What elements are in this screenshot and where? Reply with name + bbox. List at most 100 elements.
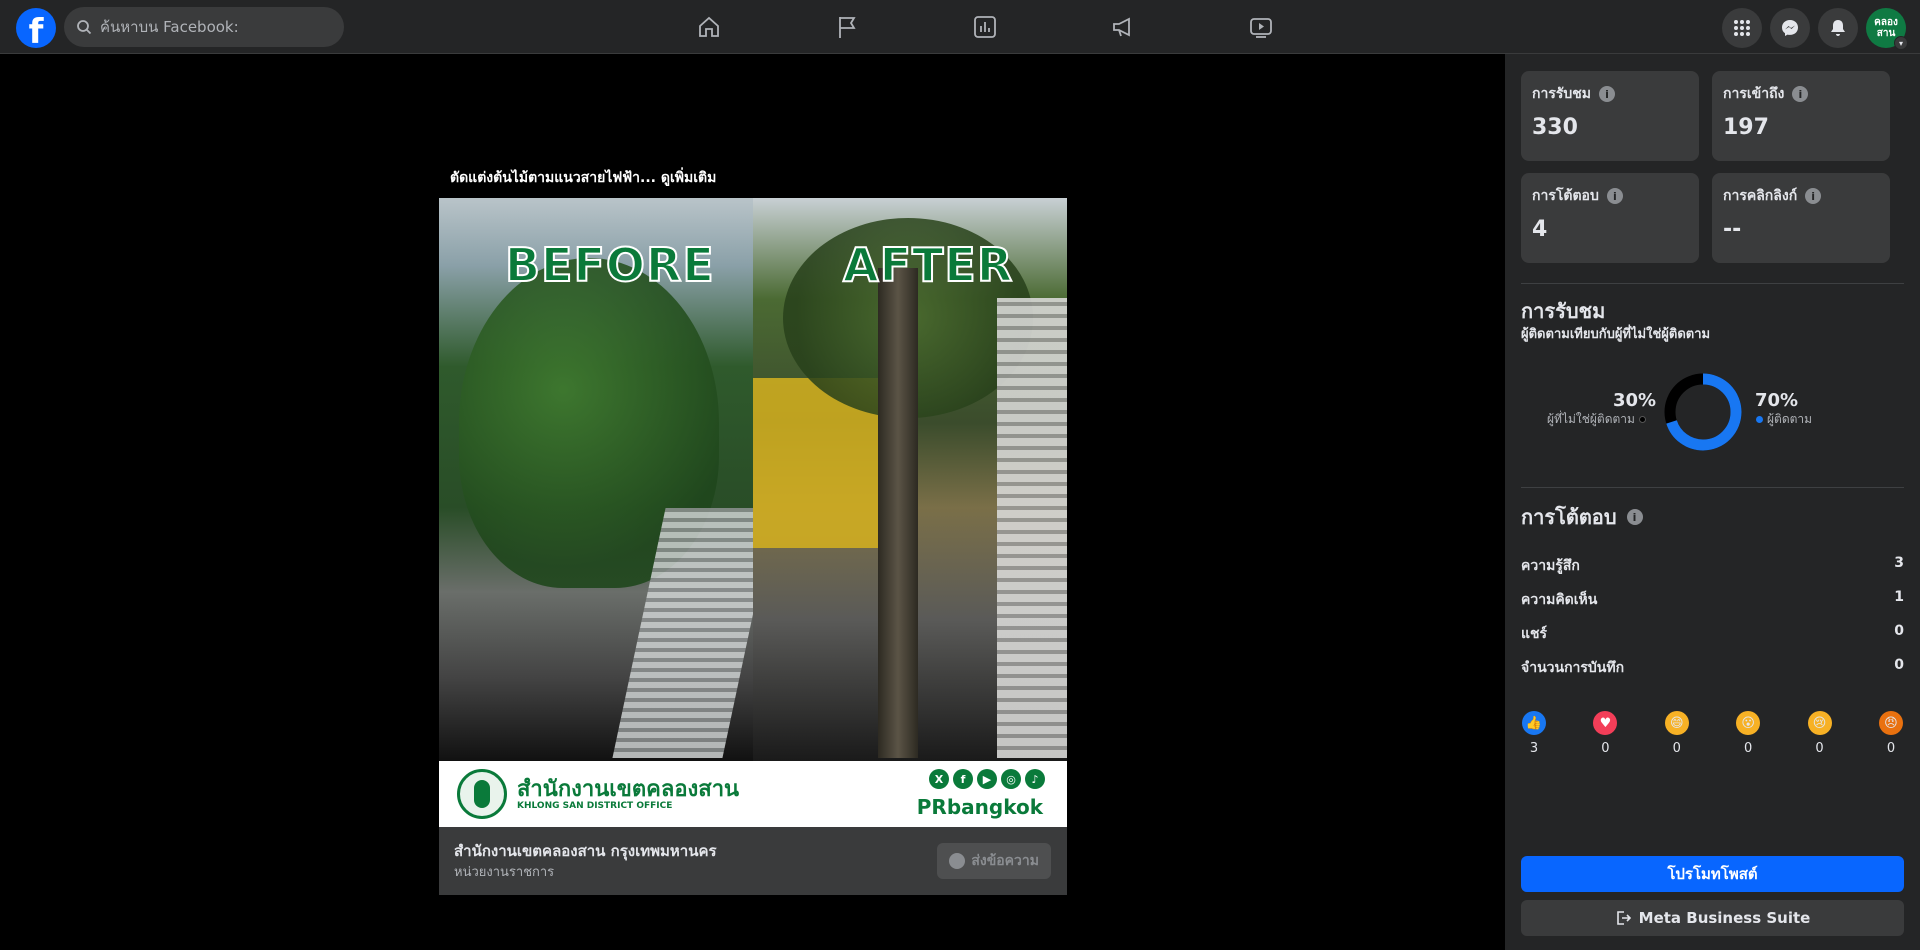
stat-value: 197: [1723, 115, 1769, 140]
nav-video[interactable]: [1192, 0, 1330, 54]
messenger-icon: [949, 853, 966, 869]
reaction-love: ♥ 0: [1592, 711, 1618, 756]
row-value: 0: [1894, 623, 1904, 639]
org-name-english: KHLONG SAN DISTRICT OFFICE: [517, 801, 673, 811]
info-icon[interactable]: i: [1792, 86, 1809, 102]
staircase: [997, 298, 1067, 758]
flag-icon: [839, 17, 856, 38]
stat-value: 330: [1532, 115, 1578, 140]
engagement-row: จำนวนการบันทึก 0: [1521, 657, 1904, 679]
insights-panel: การรับชม i 330 การเข้าถึง i 197 การโต้ตอบ i…: [1505, 54, 1920, 950]
facebook-logo[interactable]: f: [16, 8, 56, 52]
megaphone-icon: [1113, 17, 1130, 37]
row-value: 0: [1894, 657, 1904, 673]
chart-icon: [974, 16, 996, 38]
engagement-row: ความคิดเห็น 1: [1521, 589, 1904, 611]
info-icon[interactable]: i: [1606, 188, 1623, 204]
reaction-count: 0: [1672, 741, 1681, 756]
send-message-button[interactable]: ส่งข้อความ: [937, 843, 1051, 879]
non-followers-label: ผู้ที่ไม่ใช่ผู้ติดตาม: [1547, 412, 1635, 426]
info-icon[interactable]: i: [1805, 188, 1822, 204]
info-icon[interactable]: i: [1599, 86, 1615, 102]
main-nav: [640, 0, 1330, 54]
nav-home[interactable]: [640, 0, 778, 54]
page-name[interactable]: สำนักงานเขตคลองสาน กรุงเทพมหานคร: [454, 839, 717, 863]
before-label: BEFORE: [504, 237, 715, 293]
stat-label: การโต้ตอบ: [1532, 188, 1599, 204]
legend-dot: [1756, 416, 1763, 423]
angry-icon: 😠: [1878, 711, 1903, 735]
account-controls: คลอง สาน ▾: [1722, 8, 1908, 50]
nav-insights[interactable]: [916, 0, 1054, 54]
mbs-label: Meta Business Suite: [1638, 909, 1811, 927]
wow-icon: 😮: [1736, 711, 1761, 735]
x-icon: X: [929, 769, 949, 789]
youtube-icon: ▶: [977, 769, 997, 789]
tree-trunk: [878, 268, 918, 758]
stat-engagement: การโต้ตอบ i 4: [1521, 173, 1699, 263]
row-label: แชร์: [1521, 626, 1548, 642]
stat-label: การเข้าถึง: [1723, 86, 1785, 102]
meta-business-suite-button[interactable]: Meta Business Suite: [1521, 900, 1904, 936]
row-label: จำนวนการบันทึก: [1521, 660, 1625, 676]
home-icon: [699, 16, 719, 37]
stat-value: --: [1723, 217, 1742, 242]
followers-percent: 70%: [1755, 390, 1799, 411]
engagement-section-title: การโต้ตอบ i: [1521, 501, 1643, 533]
followers-donut-chart: [1664, 373, 1742, 451]
post-image[interactable]: BEFORE AFTER สำนักงานเขตคลองสาน KHLONG S…: [439, 198, 1067, 827]
post-caption: ตัดแต่งต้นไม้ตามแนวสายไฟฟ้า... ดูเพิ่มเต…: [450, 167, 716, 189]
reaction-count: 3: [1529, 741, 1539, 756]
divider: [1521, 283, 1904, 284]
notifications-button[interactable]: [1818, 8, 1858, 48]
reaction-haha: 😄 0: [1664, 711, 1690, 756]
org-banner: สำนักงานเขตคลองสาน KHLONG SAN DISTRICT O…: [439, 761, 1067, 827]
brand-label: PRbangkok: [916, 795, 1043, 819]
promote-post-button[interactable]: โปรโมทโพสต์: [1521, 856, 1904, 892]
search-box[interactable]: [64, 7, 344, 47]
profile-avatar[interactable]: คลอง สาน ▾: [1866, 8, 1908, 50]
facebook-logo-glyph: f: [28, 12, 44, 52]
row-label: ความคิดเห็น: [1521, 592, 1598, 608]
non-followers-legend: ผู้ที่ไม่ใช่ผู้ติดตาม: [1547, 410, 1646, 429]
sad-icon: 😢: [1807, 711, 1832, 735]
reaction-like: 👍 3: [1521, 711, 1547, 756]
search-input[interactable]: [100, 18, 320, 36]
followers-legend: ผู้ติดตาม: [1756, 410, 1812, 429]
haha-icon: 😄: [1664, 711, 1689, 735]
page-category: หน่วยงานราชการ: [454, 865, 555, 880]
followers-label: ผู้ติดตาม: [1767, 412, 1813, 426]
love-icon: ♥: [1593, 711, 1618, 735]
video-icon: [1250, 18, 1272, 38]
see-more-link[interactable]: ดูเพิ่มเติม: [661, 170, 716, 186]
messenger-button[interactable]: [1770, 8, 1810, 48]
info-icon[interactable]: i: [1626, 509, 1643, 525]
stat-value: 4: [1532, 217, 1548, 242]
district-seal-icon: [457, 769, 507, 819]
menu-button[interactable]: [1722, 8, 1762, 48]
external-open-icon: [1616, 911, 1631, 925]
nav-pages[interactable]: [778, 0, 916, 54]
reaction-wow: 😮 0: [1735, 711, 1761, 756]
reaction-sad: 😢 0: [1807, 711, 1833, 756]
stat-views: การรับชม i 330: [1521, 71, 1699, 161]
engagement-row: ความรู้สึก 3: [1521, 555, 1904, 577]
instagram-icon: ◎: [1001, 769, 1021, 789]
divider: [1521, 487, 1904, 488]
stat-link-clicks: การคลิกลิงก์ i --: [1712, 173, 1890, 263]
bell-icon: [1831, 20, 1845, 36]
page-info-card: สำนักงานเขตคลองสาน กรุงเทพมหานคร หน่วยงา…: [439, 827, 1067, 895]
nav-ads[interactable]: [1054, 0, 1192, 54]
reaction-angry: 😠 0: [1878, 711, 1904, 756]
stat-reach: การเข้าถึง i 197: [1712, 71, 1890, 161]
row-label: ความรู้สึก: [1521, 558, 1580, 574]
like-icon: 👍: [1522, 711, 1546, 735]
top-navigation-bar: f คลอง สาน ▾: [0, 0, 1920, 54]
reaction-count: 0: [1815, 741, 1824, 756]
reactions-breakdown: 👍 3 ♥ 0 😄 0 😮 0 😢 0 😠 0: [1521, 711, 1904, 756]
reaction-count: 0: [1744, 741, 1753, 756]
stat-label: การรับชม: [1532, 86, 1591, 102]
facebook-icon: f: [953, 769, 973, 789]
chevron-down-icon[interactable]: ▾: [1894, 36, 1908, 50]
messenger-icon: [1782, 20, 1798, 36]
